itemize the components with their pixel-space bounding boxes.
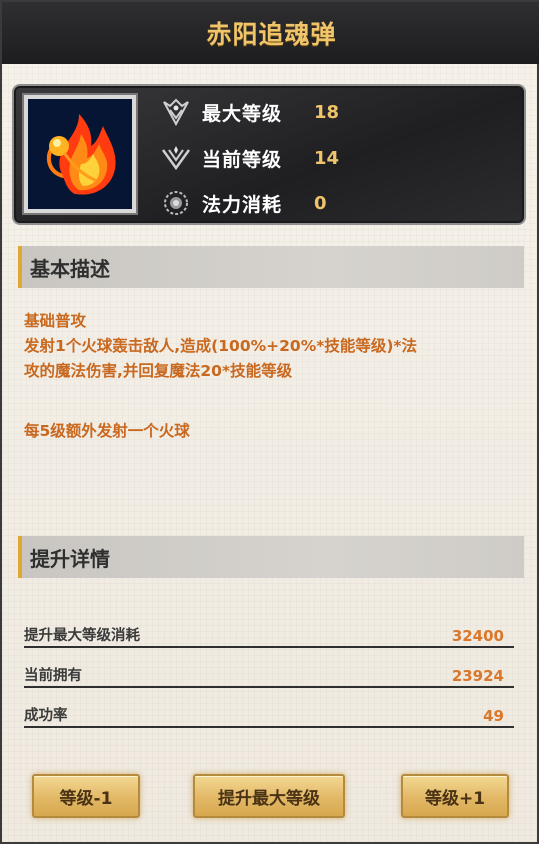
skill-extra-effect: 每5级额外发射一个火球 xyxy=(24,422,190,440)
skill-detail-panel: 赤阳追魂弹 最大等级 18 当前等级 14 法力消耗 0 基本描述 基础普攻 发… xyxy=(0,0,539,844)
level-down-button[interactable]: 等级-1 xyxy=(32,774,140,818)
basic-description-title: 基本描述 xyxy=(30,256,110,281)
upgrade-cost-label: 提升最大等级消耗 xyxy=(24,628,140,644)
upgrade-details-title: 提升详情 xyxy=(30,546,110,571)
current-level-emblem-icon xyxy=(161,146,191,171)
upgrade-details-header: 提升详情 xyxy=(18,536,524,578)
max-level-label: 最大等级 xyxy=(202,102,283,125)
max-level-value: 18 xyxy=(314,101,340,123)
level-up-button[interactable]: 等级+1 xyxy=(401,774,509,818)
mana-cost-value: 0 xyxy=(314,192,327,214)
skill-description-line-1: 发射1个火球轰击敌人,造成(100%+20%*技能等级)*法 xyxy=(24,337,418,355)
current-owned-value: 23924 xyxy=(451,667,504,685)
skill-type-text: 基础普攻 xyxy=(24,312,87,330)
skill-icon-frame xyxy=(22,93,138,215)
upgrade-cost-value: 32400 xyxy=(451,627,504,645)
fireball-icon xyxy=(28,99,132,209)
stat-row-current-level: 当前等级 14 xyxy=(160,141,339,175)
mana-cost-label: 法力消耗 xyxy=(202,193,283,216)
skill-description-line-2: 攻的魔法伤害,并回复魔法20*技能等级 xyxy=(24,362,293,380)
skill-info-box: 最大等级 18 当前等级 14 法力消耗 0 xyxy=(12,84,526,225)
upgrade-cost-row: 提升最大等级消耗 32400 xyxy=(24,626,514,648)
current-owned-row: 当前拥有 23924 xyxy=(24,666,514,688)
title-bar: 赤阳追魂弹 xyxy=(2,2,539,64)
stat-row-mana-cost: 法力消耗 0 xyxy=(160,186,327,220)
current-level-label: 当前等级 xyxy=(202,148,283,171)
basic-description-header: 基本描述 xyxy=(18,246,524,288)
success-rate-row: 成功率 49 xyxy=(24,706,514,728)
skill-title: 赤阳追魂弹 xyxy=(206,20,337,49)
mana-orb-icon xyxy=(164,191,188,215)
raise-max-level-button[interactable]: 提升最大等级 xyxy=(193,774,345,818)
stat-row-max-level: 最大等级 18 xyxy=(160,95,339,129)
current-level-value: 14 xyxy=(314,147,340,169)
success-rate-label: 成功率 xyxy=(24,708,68,724)
max-level-emblem-icon xyxy=(163,98,189,127)
success-rate-value: 49 xyxy=(483,707,504,725)
current-owned-label: 当前拥有 xyxy=(24,668,82,684)
